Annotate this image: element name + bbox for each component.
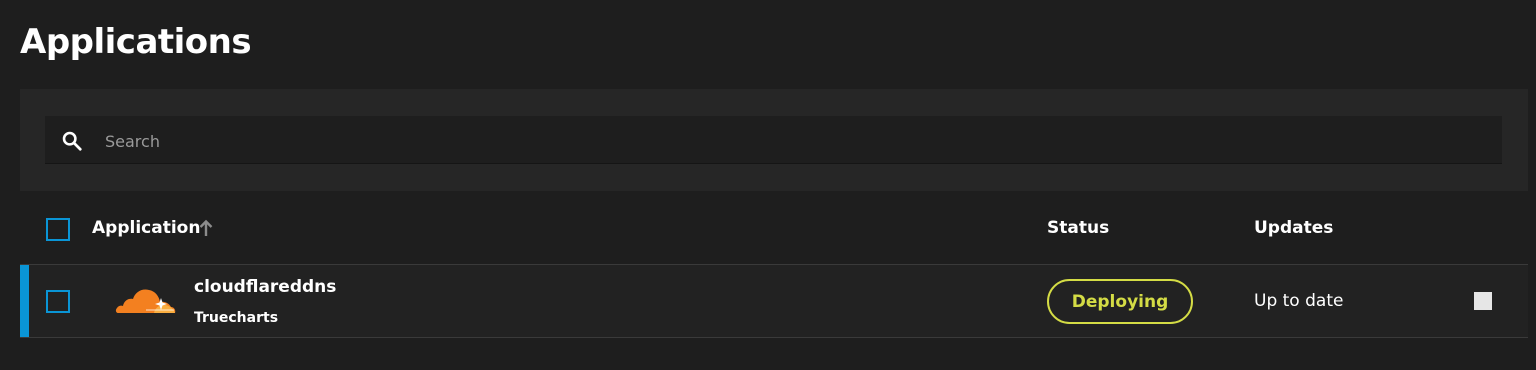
search-input[interactable] [103,116,1487,166]
status-badge: Deploying [1047,279,1193,324]
search-icon [62,131,82,151]
search-box[interactable] [45,116,1502,166]
cloudflare-logo-icon [115,289,176,313]
select-all-checkbox[interactable] [46,218,70,241]
column-header-application[interactable]: Application [92,218,200,238]
column-header-status[interactable]: Status [1047,218,1109,238]
row-checkbox[interactable] [46,290,70,313]
status-label: Deploying [1071,291,1169,312]
arrow-up-icon[interactable] [199,219,213,237]
column-header-updates[interactable]: Updates [1254,218,1333,238]
page-title: Applications [20,22,252,62]
app-name[interactable]: cloudflareddns [194,277,336,297]
app-catalog-train: Truecharts [194,310,279,326]
stop-icon[interactable] [1474,292,1492,310]
updates-status: Up to date [1254,291,1344,311]
row-divider [20,337,1528,338]
row-selected-indicator [20,265,29,337]
